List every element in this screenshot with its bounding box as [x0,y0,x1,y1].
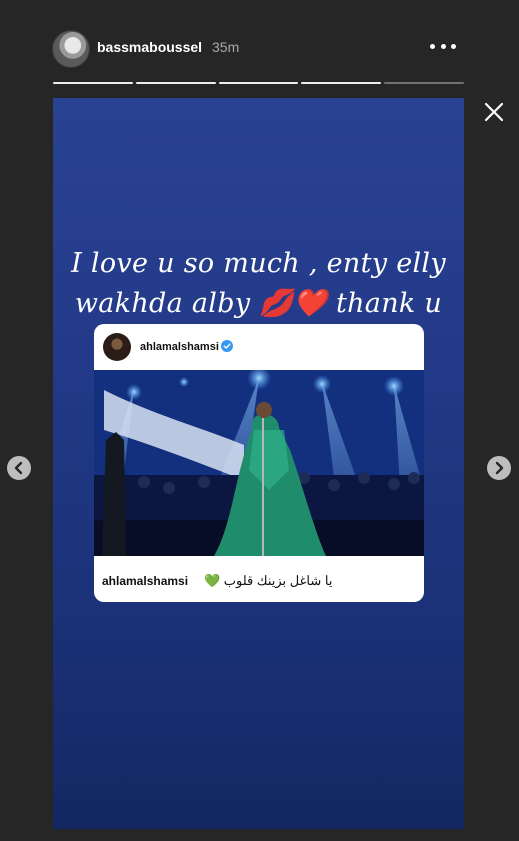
progress-segment [384,82,464,84]
post-caption-row: ahlamalshamsi يا شاغل بزينك قلوب 💚 [94,556,424,602]
avatar[interactable] [52,30,90,68]
story-viewer: bassmaboussel 35m I love u so much , ent… [0,0,519,841]
chevron-right-icon [495,461,504,475]
next-story-button[interactable] [487,456,511,480]
progress-segment [135,82,216,84]
post-avatar [103,333,131,361]
verified-badge-icon [221,340,233,352]
story-content[interactable]: I love u so much , enty elly wakhda alby… [53,98,464,829]
post-caption-username: ahlamalshamsi [102,574,189,588]
post-username: ahlamalshamsi [140,341,219,353]
story-caption: I love u so much , enty elly wakhda alby… [53,244,464,324]
story-header: bassmaboussel 35m [52,28,464,68]
previous-story-button[interactable] [7,456,31,480]
close-icon [484,102,504,122]
caption-line: I love u so much , enty elly [71,248,446,279]
progress-segment [301,82,382,84]
post-header: ahlamalshamsi [94,324,424,370]
close-button[interactable] [480,98,508,126]
chevron-left-icon [14,461,23,475]
post-photo [94,370,424,556]
caption-line: wakhda alby 💋❤️ thank u [74,288,443,319]
timestamp: 35m [212,39,240,55]
more-dots-icon [430,43,435,49]
username[interactable]: bassmaboussel [97,39,202,55]
shared-post-card[interactable]: ahlamalshamsi ahlamalshamsi يا شاغل بزين… [94,324,424,602]
more-options-button[interactable] [430,36,456,56]
progress-segment [218,82,299,84]
post-caption-text: يا شاغل بزينك قلوب 💚 [204,573,333,588]
story-progress-bar [53,82,464,85]
progress-segment [53,82,133,84]
